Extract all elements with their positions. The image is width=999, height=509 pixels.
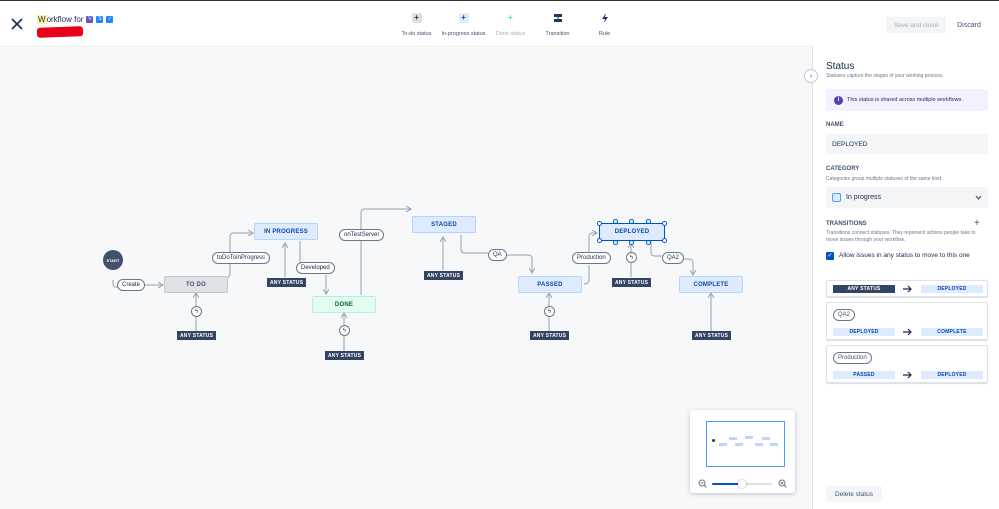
- minimap-node: [735, 443, 743, 446]
- plus-icon: +: [508, 13, 513, 22]
- transition-production[interactable]: Production: [572, 252, 611, 264]
- resize-handle[interactable]: [613, 240, 618, 245]
- minimap-node: [745, 436, 753, 439]
- allow-any-status-checkbox[interactable]: ✓ Allow issues in any status to move to …: [826, 251, 986, 261]
- status-node-todo[interactable]: TO DO: [164, 276, 228, 293]
- any-status-tag[interactable]: ANY STATUS: [612, 278, 652, 287]
- any-status-tag[interactable]: ANY STATUS: [267, 278, 307, 287]
- rule-lightning-icon[interactable]: ϟ: [191, 306, 202, 317]
- status-node-in-progress[interactable]: IN PROGRESS: [254, 223, 318, 240]
- any-status-tag[interactable]: ANY STATUS: [530, 331, 570, 340]
- transitions-help: Transitions connect statuses. They repre…: [826, 230, 976, 243]
- transition-card-any-to-deployed[interactable]: ANY STATUS DEPLOYED: [826, 280, 988, 297]
- transition-qa2[interactable]: QA2: [662, 252, 685, 264]
- panel-subtitle: Statuses capture the stages of your work…: [826, 73, 944, 79]
- resize-handle[interactable]: [629, 240, 634, 245]
- zoom-slider[interactable]: [712, 480, 772, 488]
- status-name-input[interactable]: DEPLOYED: [826, 134, 988, 154]
- minimap-node: [712, 439, 715, 442]
- close-icon[interactable]: [8, 15, 26, 33]
- add-todo-status-button[interactable]: + To-do status: [393, 13, 440, 37]
- transition-card-production[interactable]: Production PASSED DEPLOYED: [826, 345, 988, 383]
- status-node-staged[interactable]: STAGED: [412, 216, 476, 233]
- panel-title: Status: [826, 61, 855, 72]
- minimap[interactable]: [690, 410, 795, 493]
- resize-handle[interactable]: [646, 219, 651, 224]
- minimap-node: [755, 443, 763, 446]
- transition-name-pill: Production: [833, 352, 872, 364]
- header: Workflow for V S ✓ + To-do status + In-p…: [0, 0, 999, 46]
- v-badge-icon: V: [86, 16, 94, 23]
- check-badge-icon: ✓: [106, 16, 114, 23]
- resize-handle[interactable]: [662, 221, 667, 226]
- add-transition-button[interactable]: Transition: [534, 13, 581, 37]
- transition-icon: [553, 13, 563, 23]
- name-label: NAME: [826, 122, 844, 128]
- add-in-progress-status-button[interactable]: + In-progress status: [440, 13, 487, 37]
- workflow-title: Workflow for V S ✓: [36, 15, 114, 38]
- add-transition-plus-icon[interactable]: +: [974, 219, 980, 229]
- arrow-right-icon: [903, 285, 912, 293]
- plus-icon: +: [411, 13, 422, 23]
- arrow-right-icon: [903, 328, 912, 336]
- any-status-tag[interactable]: ANY STATUS: [692, 331, 732, 340]
- delete-status-button[interactable]: Delete status: [826, 486, 882, 502]
- collapse-panel-button[interactable]: ›: [804, 69, 818, 83]
- minimap-node: [729, 437, 737, 440]
- status-details-panel: Status Statuses capture the stages of yo…: [812, 46, 999, 509]
- zoom-out-icon[interactable]: [698, 479, 707, 488]
- save-and-close-button[interactable]: Save and close: [886, 17, 946, 33]
- transition-on-test-server[interactable]: onTestServer: [339, 229, 385, 241]
- plus-icon: +: [458, 13, 469, 23]
- minimap-node: [770, 443, 778, 446]
- transition-name-pill: QA2: [833, 309, 856, 321]
- add-done-status-button[interactable]: + Done status: [487, 13, 534, 37]
- resize-handle[interactable]: [597, 221, 602, 226]
- any-status-tag[interactable]: ANY STATUS: [424, 271, 464, 280]
- checkbox-checked-icon[interactable]: ✓: [826, 252, 834, 260]
- transition-create[interactable]: Create: [117, 279, 146, 291]
- transitions-label: TRANSITIONS: [826, 221, 867, 227]
- add-rule-button[interactable]: Rule: [581, 13, 628, 37]
- chevron-down-icon: [975, 195, 982, 200]
- any-status-tag[interactable]: ANY STATUS: [177, 331, 217, 340]
- transition-card-qa2[interactable]: QA2 DEPLOYED COMPLETE: [826, 302, 988, 340]
- category-help: Categories group multiple statuses of th…: [826, 176, 943, 182]
- zoom-in-icon[interactable]: [778, 479, 787, 488]
- redacted-project-name: [36, 26, 84, 38]
- minimap-node: [762, 437, 770, 440]
- transition-todo-to-in-progress[interactable]: toDoToInProgress: [212, 252, 271, 264]
- transition-developed[interactable]: Developed: [296, 262, 335, 274]
- in-progress-swatch: [832, 193, 841, 202]
- resize-handle[interactable]: [629, 219, 634, 224]
- s-badge-icon: S: [96, 16, 104, 23]
- arrow-right-icon: [903, 371, 912, 379]
- rule-lightning-icon[interactable]: ϟ: [626, 252, 637, 263]
- rule-lightning-icon[interactable]: ϟ: [339, 325, 350, 336]
- shared-status-info: i This status is shared across multiple …: [826, 89, 988, 111]
- toolbar: + To-do status + In-progress status + Do…: [393, 13, 628, 37]
- discard-button[interactable]: Discard: [952, 17, 986, 33]
- category-label: CATEGORY: [826, 166, 860, 172]
- info-icon: i: [834, 95, 843, 105]
- status-node-passed[interactable]: PASSED: [518, 276, 582, 293]
- minimap-viewport[interactable]: [706, 421, 785, 467]
- resize-handle[interactable]: [646, 240, 651, 245]
- status-node-done[interactable]: DONE: [312, 296, 376, 313]
- resize-handle[interactable]: [597, 238, 602, 243]
- start-node: START: [103, 250, 123, 270]
- minimap-node: [719, 443, 727, 446]
- rule-lightning-icon[interactable]: ϟ: [544, 306, 555, 317]
- status-node-complete[interactable]: COMPLETE: [679, 276, 743, 293]
- transition-qa[interactable]: QA: [488, 249, 507, 261]
- zoom-slider-thumb[interactable]: [738, 480, 746, 488]
- lightning-icon: [600, 13, 610, 23]
- resize-handle[interactable]: [613, 219, 618, 224]
- category-select[interactable]: In progress: [826, 187, 988, 208]
- status-node-deployed[interactable]: DEPLOYED: [599, 223, 665, 241]
- resize-handle[interactable]: [662, 238, 667, 243]
- any-status-tag[interactable]: ANY STATUS: [325, 351, 365, 360]
